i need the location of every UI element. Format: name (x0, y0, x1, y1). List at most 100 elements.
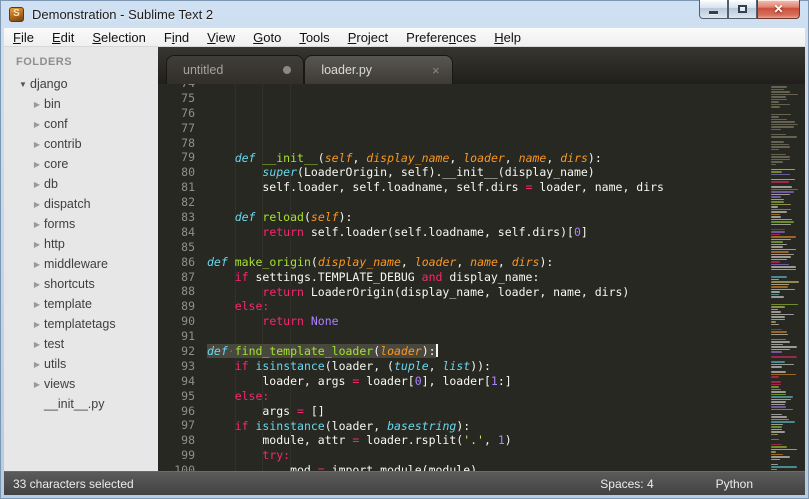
line-number[interactable]: 84 (158, 225, 195, 240)
line-number[interactable]: 92 (158, 344, 195, 359)
menu-goto[interactable]: Goto (244, 29, 290, 46)
code-line-75[interactable]: super(LoaderOrigin, self).__init__(displ… (207, 165, 805, 180)
expanded-triangle-icon[interactable]: ▼ (16, 80, 30, 89)
code-line-83[interactable]: return LoaderOrigin(display_name, loader… (207, 285, 805, 300)
sidebar-item-contrib[interactable]: ▶ contrib (4, 134, 158, 154)
sidebar-item-utils[interactable]: ▶ utils (4, 354, 158, 374)
code-line-80[interactable] (207, 240, 805, 255)
minimap[interactable] (769, 84, 805, 471)
menu-file[interactable]: File (4, 29, 43, 46)
collapsed-triangle-icon[interactable]: ▶ (30, 380, 44, 389)
code-line-89[interactable]: loader, args = loader[0], loader[1:] (207, 374, 805, 389)
code-line-88[interactable]: if isinstance(loader, (tuple, list)): (207, 359, 805, 374)
sidebar-item-http[interactable]: ▶ http (4, 234, 158, 254)
line-number[interactable]: 89 (158, 299, 195, 314)
line-number[interactable]: 99 (158, 448, 195, 463)
menu-tools[interactable]: Tools (290, 29, 338, 46)
sidebar-item-templatetags[interactable]: ▶ templatetags (4, 314, 158, 334)
line-number[interactable]: 98 (158, 433, 195, 448)
menu-find[interactable]: Find (155, 29, 198, 46)
sidebar-item-core[interactable]: ▶ core (4, 154, 158, 174)
line-number[interactable]: 83 (158, 210, 195, 225)
minimize-button[interactable] (699, 0, 728, 19)
menu-project[interactable]: Project (339, 29, 397, 46)
line-number[interactable]: 76 (158, 106, 195, 121)
line-number[interactable]: 86 (158, 255, 195, 270)
menu-view[interactable]: View (198, 29, 244, 46)
tab-loader-py[interactable]: loader.py × (304, 55, 453, 84)
collapsed-triangle-icon[interactable]: ▶ (30, 240, 44, 249)
line-number[interactable]: 81 (158, 180, 195, 195)
line-number[interactable]: 74 (158, 84, 195, 91)
collapsed-triangle-icon[interactable]: ▶ (30, 320, 44, 329)
code-line-87[interactable]: def·find_template_loader(loader): (207, 344, 805, 359)
sidebar-item-views[interactable]: ▶ views (4, 374, 158, 394)
code-line-79[interactable]: return self.loader(self.loadname, self.d… (207, 225, 805, 240)
code-line-85[interactable]: return None (207, 314, 805, 329)
indent-setting[interactable]: Spaces: 4 (600, 477, 653, 491)
line-number[interactable]: 90 (158, 314, 195, 329)
code-line-91[interactable]: args = [] (207, 404, 805, 419)
line-number[interactable]: 100 (158, 463, 195, 471)
collapsed-triangle-icon[interactable]: ▶ (30, 100, 44, 109)
menu-selection[interactable]: Selection (83, 29, 154, 46)
sidebar-item-test[interactable]: ▶ test (4, 334, 158, 354)
collapsed-triangle-icon[interactable]: ▶ (30, 220, 44, 229)
syntax-mode[interactable]: Python (716, 477, 753, 491)
collapsed-triangle-icon[interactable]: ▶ (30, 140, 44, 149)
collapsed-triangle-icon[interactable]: ▶ (30, 120, 44, 129)
line-number[interactable]: 85 (158, 240, 195, 255)
menu-preferences[interactable]: Preferences (397, 29, 485, 46)
line-number[interactable]: 77 (158, 121, 195, 136)
restore-button[interactable] (728, 0, 757, 19)
sidebar-item-shortcuts[interactable]: ▶ shortcuts (4, 274, 158, 294)
collapsed-triangle-icon[interactable]: ▶ (30, 300, 44, 309)
collapsed-triangle-icon[interactable]: ▶ (30, 180, 44, 189)
line-number[interactable]: 75 (158, 91, 195, 106)
line-number[interactable]: 88 (158, 284, 195, 299)
collapsed-triangle-icon[interactable]: ▶ (30, 340, 44, 349)
collapsed-triangle-icon[interactable]: ▶ (30, 360, 44, 369)
sidebar-item-middleware[interactable]: ▶ middleware (4, 254, 158, 274)
menu-edit[interactable]: Edit (43, 29, 83, 46)
collapsed-triangle-icon[interactable]: ▶ (30, 160, 44, 169)
line-number[interactable]: 96 (158, 404, 195, 419)
code-text[interactable]: def __init__(self, display_name, loader,… (207, 84, 805, 471)
code-line-90[interactable]: else: (207, 389, 805, 404)
line-number[interactable]: 78 (158, 136, 195, 151)
line-number[interactable]: 87 (158, 270, 195, 285)
code-line-86[interactable] (207, 329, 805, 344)
code-line-81[interactable]: def make_origin(display_name, loader, na… (207, 255, 805, 270)
line-number[interactable]: 80 (158, 165, 195, 180)
sidebar-item-forms[interactable]: ▶ forms (4, 214, 158, 234)
sidebar-item-conf[interactable]: ▶ conf (4, 114, 158, 134)
code-line-94[interactable]: try: (207, 448, 805, 463)
sidebar-item-db[interactable]: ▶ db (4, 174, 158, 194)
line-number[interactable]: 79 (158, 150, 195, 165)
tab-close-icon[interactable]: × (432, 64, 440, 77)
code-line-82[interactable]: if settings.TEMPLATE_DEBUG and display_n… (207, 270, 805, 285)
line-number[interactable]: 82 (158, 195, 195, 210)
close-button[interactable]: ✕ (757, 0, 800, 19)
line-number[interactable]: 91 (158, 329, 195, 344)
sidebar-item-bin[interactable]: ▶ bin (4, 94, 158, 114)
code-area[interactable]: 7475767778798081828384858687888990919293… (158, 84, 805, 471)
code-line-76[interactable]: self.loader, self.loadname, self.dirs = … (207, 180, 805, 195)
code-line-92[interactable]: if isinstance(loader, basestring): (207, 419, 805, 434)
sidebar-item-init.py[interactable]: __init__.py (4, 394, 158, 414)
sidebar-item-django[interactable]: ▼ django (4, 74, 158, 94)
code-line-74[interactable]: def __init__(self, display_name, loader,… (207, 151, 805, 166)
sidebar-item-template[interactable]: ▶ template (4, 294, 158, 314)
code-line-78[interactable]: def reload(self): (207, 210, 805, 225)
code-line-95[interactable]: mod = import_module(module) (207, 463, 805, 471)
line-number[interactable]: 97 (158, 418, 195, 433)
code-line-84[interactable]: else: (207, 299, 805, 314)
code-line-93[interactable]: module, attr = loader.rsplit('.', 1) (207, 433, 805, 448)
line-number[interactable]: 94 (158, 374, 195, 389)
sidebar-item-dispatch[interactable]: ▶ dispatch (4, 194, 158, 214)
collapsed-triangle-icon[interactable]: ▶ (30, 200, 44, 209)
menu-help[interactable]: Help (485, 29, 530, 46)
line-number[interactable]: 95 (158, 389, 195, 404)
line-number[interactable]: 93 (158, 359, 195, 374)
tab-untitled[interactable]: untitled (166, 55, 305, 84)
